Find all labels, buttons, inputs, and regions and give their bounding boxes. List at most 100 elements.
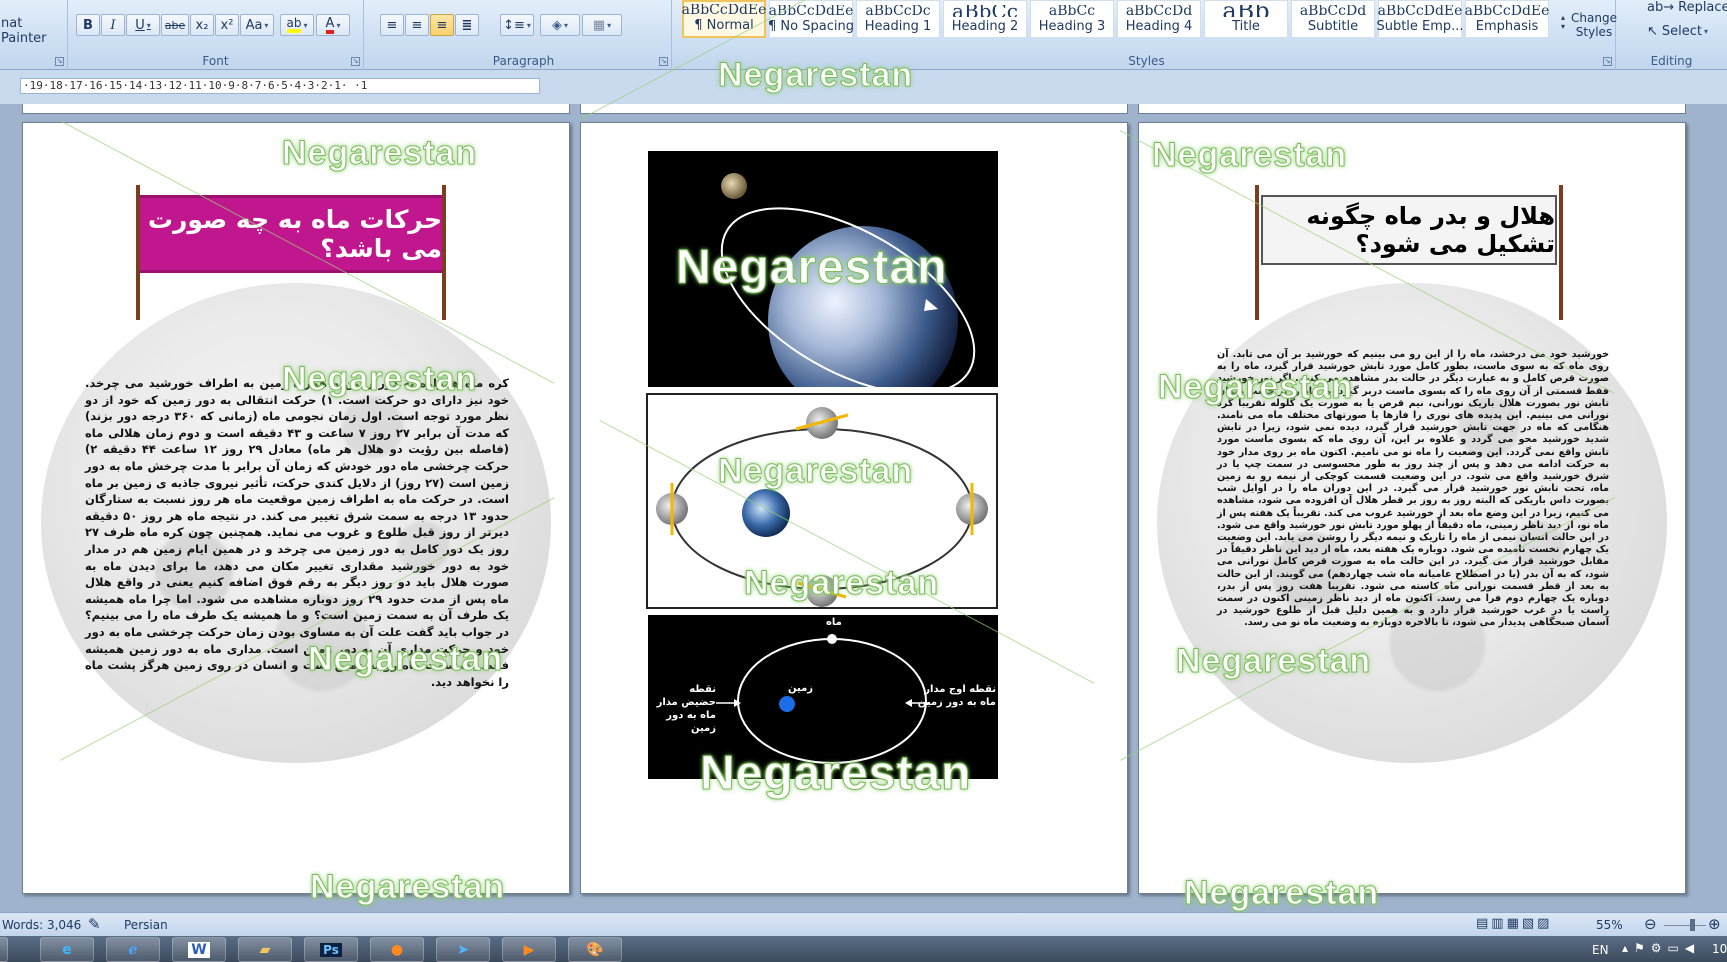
style-normal[interactable]: aBbCcDdEe ¶ Normal	[682, 0, 766, 38]
apogee-label: نقطه اوج مدار ماه به دور زمین	[917, 684, 996, 708]
paint-bucket-icon: ◈	[551, 17, 562, 33]
watermark-text: Negarestan	[1183, 874, 1380, 913]
paragraph-group-label: Paragraph	[492, 54, 555, 68]
editing-group: ab→ Replace ↖ Select ▾ Editing	[1616, 0, 1727, 70]
style-heading-4[interactable]: aBbCcDd Heading 4	[1117, 0, 1201, 38]
banner-pole-right	[442, 185, 446, 320]
watermark-text: Negarestan	[1157, 368, 1354, 407]
font-color-button[interactable]: A ▾	[316, 14, 350, 36]
align-right-button[interactable]: ≡	[430, 14, 454, 36]
watermark-text: Negarestan	[717, 452, 914, 491]
clipboard-launcher[interactable]: ↘	[55, 57, 64, 66]
align-left-button[interactable]: ≡	[380, 14, 404, 36]
page-right[interactable]: هلال و بدر ماه چگونه تشکیل می شود؟ خورشی…	[1138, 122, 1686, 894]
styles-scroll-button[interactable]: ▴ ▾	[1556, 2, 1570, 42]
telegram-icon[interactable]: ➤	[436, 937, 490, 962]
paragraph-launcher[interactable]: ↘	[659, 57, 668, 66]
taskbar: e ℯ W ▰ Ps ● ➤ ▶ 🎨 EN ▴⚑⚙▭◀ 10	[0, 936, 1727, 962]
replace-button[interactable]: ab→ Replace	[1646, 0, 1727, 18]
style-subtitle[interactable]: aBbCcDd Subtitle	[1291, 0, 1375, 38]
clock[interactable]: 10	[1712, 942, 1727, 956]
orbit-ellipse	[737, 638, 927, 764]
zoom-out-icon[interactable]: ⊖	[1644, 915, 1657, 933]
arrow-left-icon	[905, 699, 912, 707]
page-left[interactable]: حرکات ماه به چه صورت می باشد؟ کره ماه هم…	[22, 122, 570, 894]
style-subtle-emphasis[interactable]: aBbCcDdEe Subtle Emp...	[1376, 0, 1464, 38]
start-button[interactable]	[0, 937, 8, 962]
chevron-up-icon: ▴	[1560, 13, 1565, 22]
watermark-text: Negarestan	[309, 868, 506, 907]
font-launcher[interactable]: ↘	[351, 57, 360, 66]
file-explorer-icon[interactable]: ▰	[238, 937, 292, 962]
tray-icons[interactable]: ▴⚑⚙▭◀	[1622, 941, 1700, 955]
superscript-button[interactable]: x²	[215, 14, 239, 36]
prev-page-bottom	[22, 104, 570, 114]
media-player-icon[interactable]: ▶	[502, 937, 556, 962]
style-title[interactable]: aBbTitle	[1204, 0, 1288, 38]
zoom-in-icon[interactable]: ⊕	[1708, 915, 1721, 933]
zoom-slider-track[interactable]	[1664, 925, 1706, 926]
font-group: B I U ▾ abe x₂ x² Aa ▾ ab ▾ A ▾ Font ↘	[68, 0, 364, 70]
align-center-icon: ≡	[411, 17, 423, 33]
watermark-text: Negarestan	[281, 134, 478, 173]
zoom-slider-thumb[interactable]	[1690, 919, 1695, 931]
zoom-level[interactable]: 55%	[1596, 918, 1623, 932]
style-heading-1[interactable]: aBbCcDc Heading 1	[856, 0, 940, 38]
moon-dot	[827, 634, 837, 644]
bold-button[interactable]: B	[76, 14, 100, 36]
justify-button[interactable]: ≣	[455, 14, 479, 36]
cursor-icon: ↖	[1647, 23, 1658, 39]
view-buttons[interactable]: ▤▥▦▧▨	[1476, 916, 1552, 931]
select-button[interactable]: ↖ Select ▾	[1646, 20, 1726, 42]
language-indicator[interactable]: EN	[1592, 943, 1609, 957]
chevron-down-icon: ▾	[1560, 22, 1565, 31]
banner-pole-right	[1559, 185, 1563, 320]
watermark-text: Negarestan	[675, 241, 948, 295]
shading-button[interactable]: ◈ ▾	[540, 14, 580, 36]
italic-button[interactable]: I	[101, 14, 125, 36]
word-icon[interactable]: W	[172, 937, 226, 962]
horizontal-ruler[interactable]: ·19·18·17·16·15·14·13·12·11·10·9·8·7·6·5…	[20, 78, 540, 94]
edge-icon[interactable]: e	[40, 937, 94, 962]
photoshop-icon[interactable]: Ps	[304, 937, 358, 962]
highlighter-icon: ab	[286, 17, 302, 33]
prev-page-bottom	[580, 104, 1128, 114]
highlight-button[interactable]: ab ▾	[280, 14, 314, 36]
style-heading-2[interactable]: aBbCc Heading 2	[943, 0, 1027, 38]
style-emphasis[interactable]: aBbCcDdEe Emphasis	[1465, 0, 1549, 38]
internet-explorer-icon[interactable]: ℯ	[106, 937, 160, 962]
change-case-button[interactable]: Aa ▾	[240, 14, 274, 36]
watermark-text: Negarestan	[717, 56, 914, 95]
word-count[interactable]: Words: 3,046	[2, 918, 81, 932]
proofing-icon[interactable]: ✎	[88, 915, 101, 933]
earth-dot	[779, 696, 795, 712]
format-painter-button[interactable]: nat Painter	[0, 16, 66, 46]
language-indicator[interactable]: Persian	[124, 918, 168, 932]
watermark-text: Negarestan	[1175, 642, 1372, 681]
watermark-text: Negarestan	[699, 747, 972, 801]
styles-launcher[interactable]: ↘	[1603, 57, 1612, 66]
borders-button[interactable]: ▦ ▾	[582, 14, 622, 36]
moon-globe	[721, 173, 747, 199]
editing-group-label: Editing	[1650, 54, 1693, 68]
align-right-icon: ≡	[436, 17, 448, 33]
underline-button[interactable]: U ▾	[126, 14, 160, 36]
strikethrough-button[interactable]: abe	[161, 14, 189, 36]
firefox-icon[interactable]: ●	[370, 937, 424, 962]
align-left-icon: ≡	[386, 17, 398, 33]
style-heading-3[interactable]: aBbCc Heading 3	[1030, 0, 1114, 38]
paint-icon[interactable]: 🎨	[568, 937, 622, 962]
moon-label: ماه	[826, 617, 842, 628]
change-styles-button[interactable]: Change Styles	[1571, 4, 1617, 46]
replace-icon: ab→	[1647, 0, 1675, 15]
justify-icon: ≣	[461, 17, 473, 33]
earth-label: زمین	[788, 683, 814, 694]
subscript-button[interactable]: x₂	[190, 14, 214, 36]
align-center-button[interactable]: ≡	[405, 14, 429, 36]
earth-globe	[742, 489, 790, 537]
style-no-spacing[interactable]: aBbCcDdEe ¶ No Spacing	[768, 0, 854, 38]
line-spacing-button[interactable]: ↕≡ ▾	[500, 14, 534, 36]
border-grid-icon: ▦	[592, 17, 606, 33]
font-group-label: Font	[202, 54, 229, 68]
watermark-text: Negarestan	[1151, 136, 1348, 175]
